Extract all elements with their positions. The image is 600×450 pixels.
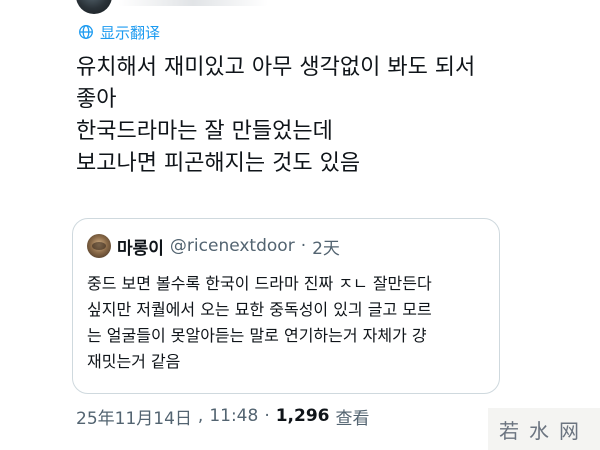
quoted-tweet-card[interactable]: 마롱이 @ricenextdoor · 2天 중드 보면 볼수록 한국이 드라마… (72, 218, 500, 394)
quoted-tweet-time[interactable]: 2天 (312, 234, 340, 259)
views-count: 1,296 (275, 406, 330, 426)
tweet-line: 유치해서 재미있고 아무 생각없이 봐도 되서 (76, 55, 476, 80)
tweet-time[interactable]: 11:48 (209, 406, 258, 426)
tweet-date[interactable]: 25年11月14日 (76, 404, 192, 429)
quoted-tweet-line: 는 얼굴들이 못알아듣는 말로 연기하는거 자체가 걍 (87, 326, 427, 345)
watermark: 若水网 (488, 408, 600, 450)
translate-link[interactable]: 显示翻译 (78, 20, 160, 44)
quoted-tweet-line: 중드 보면 볼수록 한국이 드라마 진짜 ㅈㄴ 잘만든다 (87, 274, 432, 293)
quoted-author-handle[interactable]: @ricenextdoor (170, 236, 295, 256)
quoted-author-avatar[interactable] (87, 234, 111, 258)
quoted-author-name[interactable]: 마롱이 (117, 234, 164, 259)
quoted-tweet-line: 싶지만 저퀄에서 오는 묘한 중독성이 있긔 글고 모르 (87, 300, 432, 319)
quoted-tweet-header: 마롱이 @ricenextdoor · 2天 (87, 233, 340, 259)
author-name-blurred (118, 0, 268, 6)
tweet-line: 좋아 (76, 87, 117, 112)
author-avatar[interactable] (76, 0, 112, 14)
translate-label[interactable]: 显示翻译 (100, 22, 160, 43)
globe-icon (78, 24, 94, 40)
separator-dot: · (264, 406, 270, 426)
views-label: 查看 (335, 408, 370, 429)
tweet-text: 유치해서 재미있고 아무 생각없이 봐도 되서 좋아 한국드라마는 잘 만들었는… (76, 52, 546, 180)
tweet-line: 한국드라마는 잘 만들었는데 (76, 119, 333, 144)
tweet-line: 보고나면 피곤해지는 것도 있음 (76, 151, 361, 176)
tweet-meta: 25年11月14日 , 11:48 · 1,296 查看 (76, 402, 370, 430)
watermark-text: 若水网 (499, 418, 589, 443)
separator-dot: · (300, 236, 307, 256)
quoted-tweet-text: 중드 보면 볼수록 한국이 드라마 진짜 ㅈㄴ 잘만든다 싶지만 저퀄에서 오는… (87, 271, 491, 375)
quoted-tweet-line: 재밋는거 같음 (87, 352, 181, 371)
tweet-time-separator: , (197, 406, 204, 426)
